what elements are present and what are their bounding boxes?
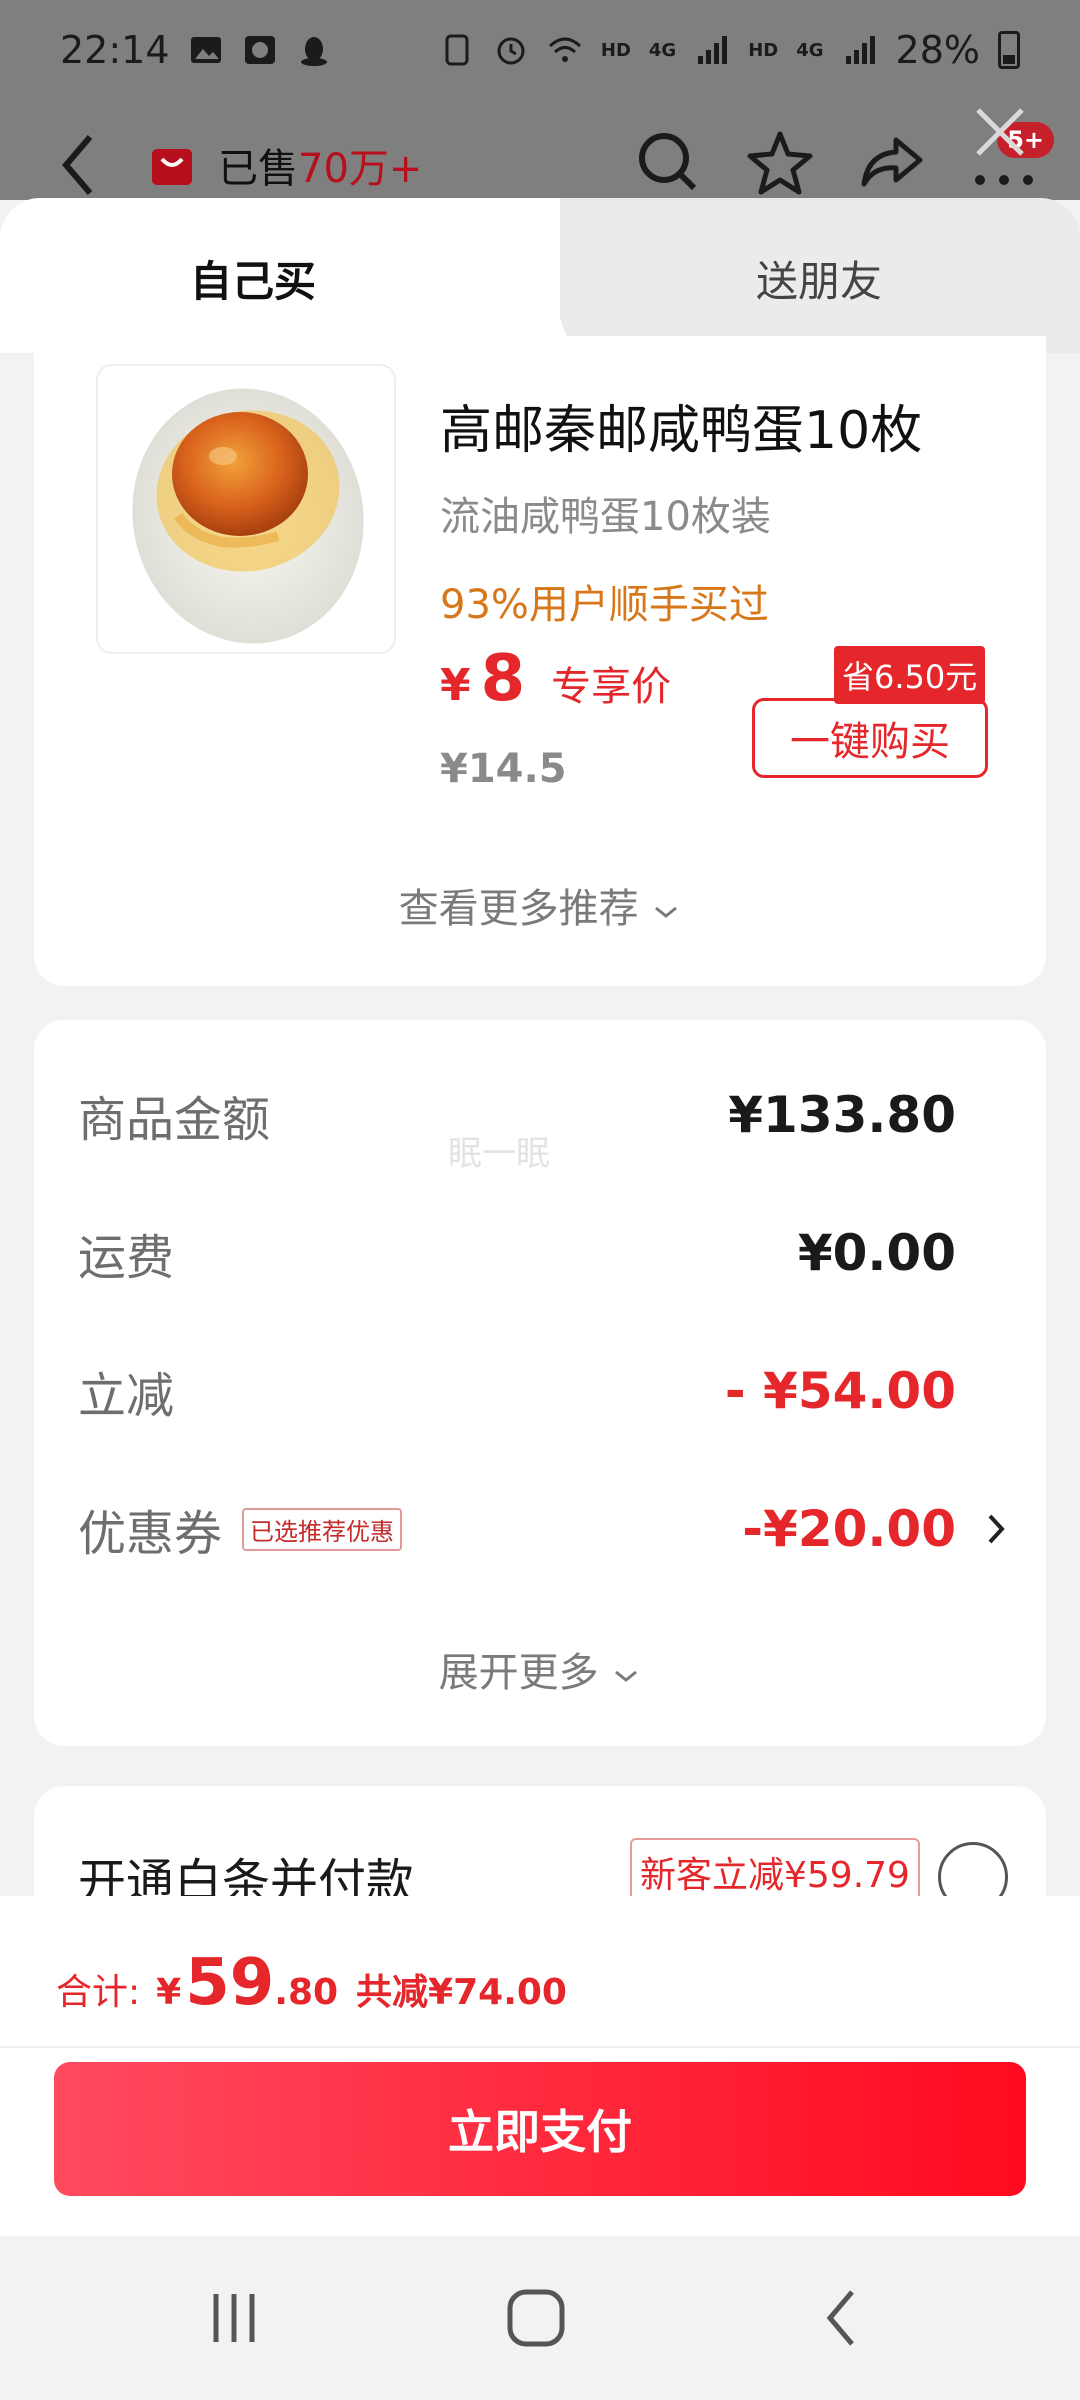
instant-discount-value: - ¥54.00 xyxy=(724,1362,956,1420)
total-line: 合计: ¥ 59 .80 共减¥74.00 xyxy=(56,1946,567,2020)
coupon-recommended-tag: 已选推荐优惠 xyxy=(242,1507,403,1551)
instant-discount-label: 立减 xyxy=(78,1368,175,1424)
battery-percent: 28% xyxy=(895,28,980,72)
product-subtitle: 流油咸鸭蛋10枚装 xyxy=(440,494,771,540)
sold-label: 已售70万+ xyxy=(218,136,422,194)
total-integer: 59 xyxy=(185,1946,275,2020)
total-decimal: .80 xyxy=(274,1972,339,2013)
chevron-down-icon xyxy=(615,1670,638,1682)
chevron-down-icon xyxy=(655,906,678,918)
product-price: ¥ 8 专享价 xyxy=(440,642,671,716)
tab-send-friend[interactable]: 送朋友 xyxy=(756,248,882,309)
goods-amount-value: ¥133.80 xyxy=(728,1086,956,1144)
goods-amount-label: 商品金额 xyxy=(78,1092,271,1148)
shipping-row: 运费 ¥0.00 xyxy=(78,1218,956,1288)
network-label-a: 4G xyxy=(648,39,677,61)
close-icon[interactable] xyxy=(972,104,1028,160)
expand-more-link[interactable]: 展开更多 xyxy=(34,1640,1046,1698)
shipping-label: 运费 xyxy=(78,1230,175,1286)
watermark: 眠一眠 xyxy=(448,1134,550,1174)
total-savings: 共减¥74.00 xyxy=(356,1972,567,2013)
salted-egg-image xyxy=(132,388,364,644)
signal-a-icon xyxy=(698,36,728,64)
clock-app-icon xyxy=(244,36,275,64)
shopping-bag-icon xyxy=(152,149,192,185)
network-label-b: 4G xyxy=(796,39,824,61)
total-label: 合计: xyxy=(56,1972,141,2013)
signal-b-icon xyxy=(845,36,875,64)
pay-now-button[interactable]: 立即支付 xyxy=(54,2062,1026,2196)
star-icon[interactable] xyxy=(744,126,816,198)
system-back-icon[interactable] xyxy=(810,2286,874,2350)
sold-prefix: 已售 xyxy=(218,146,298,192)
active-tab-curve xyxy=(500,198,590,353)
save-badge: 省6.50元 xyxy=(834,646,986,704)
coupon-label-group: 优惠券 已选推荐优惠 xyxy=(78,1494,403,1564)
price-tag: 专享价 xyxy=(551,664,672,710)
price-currency: ¥ xyxy=(440,660,471,711)
wifi-icon xyxy=(548,37,581,62)
divider xyxy=(0,2046,1080,2048)
product-title[interactable]: 高邮秦邮咸鸭蛋10枚 xyxy=(440,388,922,463)
sold-count: 70万+ xyxy=(298,146,423,192)
tab-self-buy[interactable]: 自己买 xyxy=(190,248,316,309)
recycle-icon xyxy=(445,34,469,66)
status-right: HD 4G HD 4G 28% xyxy=(439,28,1020,72)
qq-icon xyxy=(300,37,327,66)
more-recommend-label: 查看更多推荐 xyxy=(398,886,639,932)
status-time: 22:14 xyxy=(60,28,170,72)
hd-label-b: HD xyxy=(748,39,779,61)
recent-apps-icon[interactable] xyxy=(202,2286,266,2350)
battery-icon xyxy=(998,31,1020,69)
coupon-value: -¥20.00 xyxy=(742,1500,956,1558)
total-currency: ¥ xyxy=(156,1972,182,2013)
more-recommend-link[interactable]: 查看更多推荐 xyxy=(34,876,1046,934)
original-price: ¥14.5 xyxy=(440,746,567,792)
shipping-value: ¥0.00 xyxy=(797,1224,956,1282)
search-icon[interactable] xyxy=(632,126,704,198)
chevron-right-icon[interactable] xyxy=(982,1504,1012,1554)
hd-label-a: HD xyxy=(600,39,631,61)
one-click-buy-button[interactable]: 一键购买 xyxy=(752,698,988,778)
price-value: 8 xyxy=(480,642,526,716)
bottom-pay-bar: 合计: ¥ 59 .80 共减¥74.00 立即支付 xyxy=(0,1896,1080,2236)
product-image[interactable] xyxy=(96,364,396,654)
recommend-product-card: 高邮秦邮咸鸭蛋10枚 流油咸鸭蛋10枚装 93%用户顺手买过 ¥ 8 专享价 ¥… xyxy=(34,336,1046,986)
home-icon[interactable] xyxy=(504,2286,568,2350)
status-bar: 22:14 HD 4G HD 4G 28% xyxy=(0,0,1080,100)
back-arrow-icon[interactable] xyxy=(50,125,110,205)
instant-discount-row: 立减 - ¥54.00 xyxy=(78,1356,956,1426)
expand-more-label: 展开更多 xyxy=(438,1650,599,1696)
share-icon[interactable] xyxy=(856,126,928,198)
coupon-row[interactable]: 优惠券 已选推荐优惠 -¥20.00 xyxy=(78,1494,956,1564)
system-nav-bar xyxy=(0,2236,1080,2400)
gallery-icon xyxy=(190,37,221,63)
status-left: 22:14 xyxy=(60,28,332,72)
purchase-tabs: 自己买 送朋友 xyxy=(0,198,1080,353)
alarm-icon xyxy=(497,37,525,65)
product-purchase-hint: 93%用户顺手买过 xyxy=(440,582,769,628)
coupon-label: 优惠券 xyxy=(78,1506,223,1562)
sold-info: 已售70万+ xyxy=(150,136,422,194)
